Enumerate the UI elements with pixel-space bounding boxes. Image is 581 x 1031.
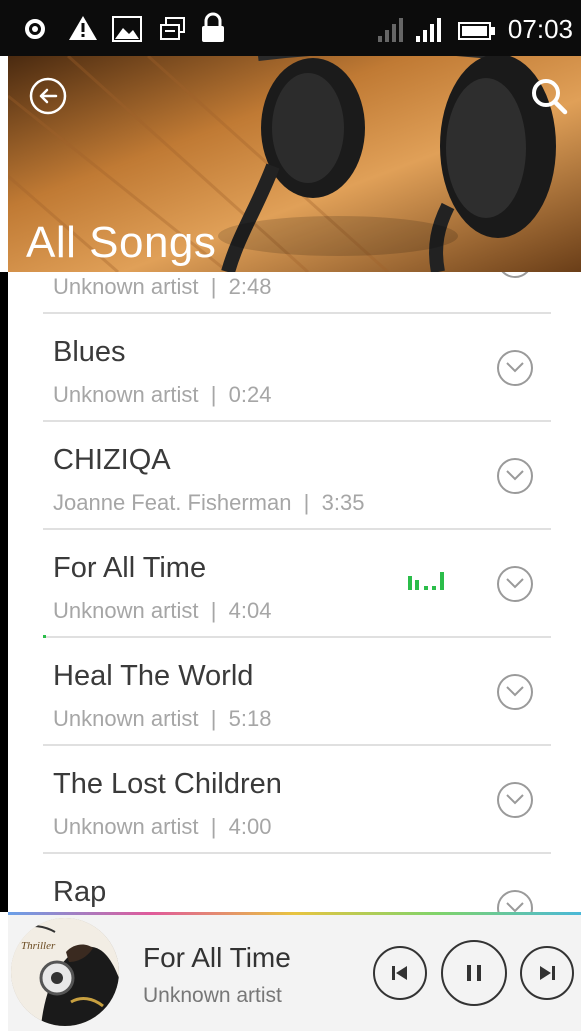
song-title: Blues [53, 336, 126, 368]
next-icon [540, 966, 555, 980]
song-meta: Joanne Feat. Fisherman | 3:35 [53, 490, 365, 515]
warning-icon [69, 16, 97, 40]
chevron-down-icon [506, 686, 524, 697]
song-options-button[interactable] [497, 674, 533, 710]
album-art-text: Thriller [21, 940, 56, 952]
song-options-button[interactable] [497, 782, 533, 818]
previous-icon [392, 966, 407, 980]
song-meta: Unknown artist | 4:04 [53, 598, 272, 623]
song-list[interactable]: Unknown artist | 2:48 Blues Unknown arti… [8, 272, 581, 912]
song-row[interactable]: CHIZIQA Joanne Feat. Fisherman | 3:35 [43, 420, 551, 530]
song-meta: Unknown artist | 2:48 [53, 274, 272, 299]
pause-icon [467, 965, 481, 981]
lock-icon [202, 12, 224, 42]
status-bar: 07:03 [0, 0, 581, 56]
song-row[interactable]: The Lost Children Unknown artist | 4:00 [43, 744, 551, 854]
signal-strong-icon [416, 18, 441, 42]
song-title: The Lost Children [53, 768, 282, 800]
song-title: CHIZIQA [53, 444, 171, 476]
song-meta: Unknown artist | 5:18 [53, 706, 272, 731]
song-meta: Unknown artist | 0:24 [53, 382, 272, 407]
record-icon [25, 19, 45, 39]
song-row[interactable]: Unknown artist | 2:48 [43, 272, 551, 314]
player-track-title: For All Time [143, 942, 291, 973]
signal-weak-icon [378, 18, 403, 42]
next-button[interactable] [520, 946, 574, 1000]
song-title: For All Time [53, 552, 207, 584]
player-track-artist: Unknown artist [143, 984, 282, 1007]
chevron-down-icon [506, 578, 524, 589]
song-options-button[interactable] [497, 272, 533, 278]
album-art[interactable]: Thriller [11, 918, 119, 1026]
chevron-down-icon [506, 470, 524, 481]
battery-icon [458, 22, 495, 40]
player-divider [8, 912, 581, 915]
pause-button[interactable] [441, 940, 507, 1006]
song-options-button[interactable] [497, 458, 533, 494]
back-arrow-icon [29, 77, 67, 115]
search-button[interactable] [529, 76, 569, 116]
page-title: All Songs [26, 218, 217, 267]
song-row[interactable]: Rap [43, 852, 551, 912]
song-options-button[interactable] [497, 350, 533, 386]
song-row[interactable]: Blues Unknown artist | 0:24 [43, 312, 551, 422]
equalizer-icon [408, 572, 444, 590]
screen-icon [160, 17, 185, 40]
song-title: Heal The World [53, 660, 254, 692]
previous-button[interactable] [373, 946, 427, 1000]
chevron-down-icon [506, 902, 524, 912]
song-options-button[interactable] [497, 566, 533, 602]
chevron-down-icon [506, 794, 524, 805]
status-time: 07:03 [507, 14, 573, 44]
song-title: Rap [53, 876, 107, 908]
chevron-down-icon [506, 362, 524, 373]
song-row-playing[interactable]: For All Time Unknown artist | 4:04 [43, 528, 551, 638]
image-icon [112, 16, 142, 42]
song-meta: Unknown artist | 4:00 [53, 814, 272, 839]
now-playing-bar[interactable]: Thriller For All Time Unknown artist [8, 912, 581, 1031]
song-row[interactable]: Heal The World Unknown artist | 5:18 [43, 636, 551, 746]
left-edge [0, 272, 8, 912]
header-banner: All Songs [8, 56, 581, 272]
back-button[interactable] [28, 76, 68, 116]
search-icon [532, 79, 568, 115]
album-art-image [11, 918, 119, 1026]
song-options-button[interactable] [497, 890, 533, 912]
